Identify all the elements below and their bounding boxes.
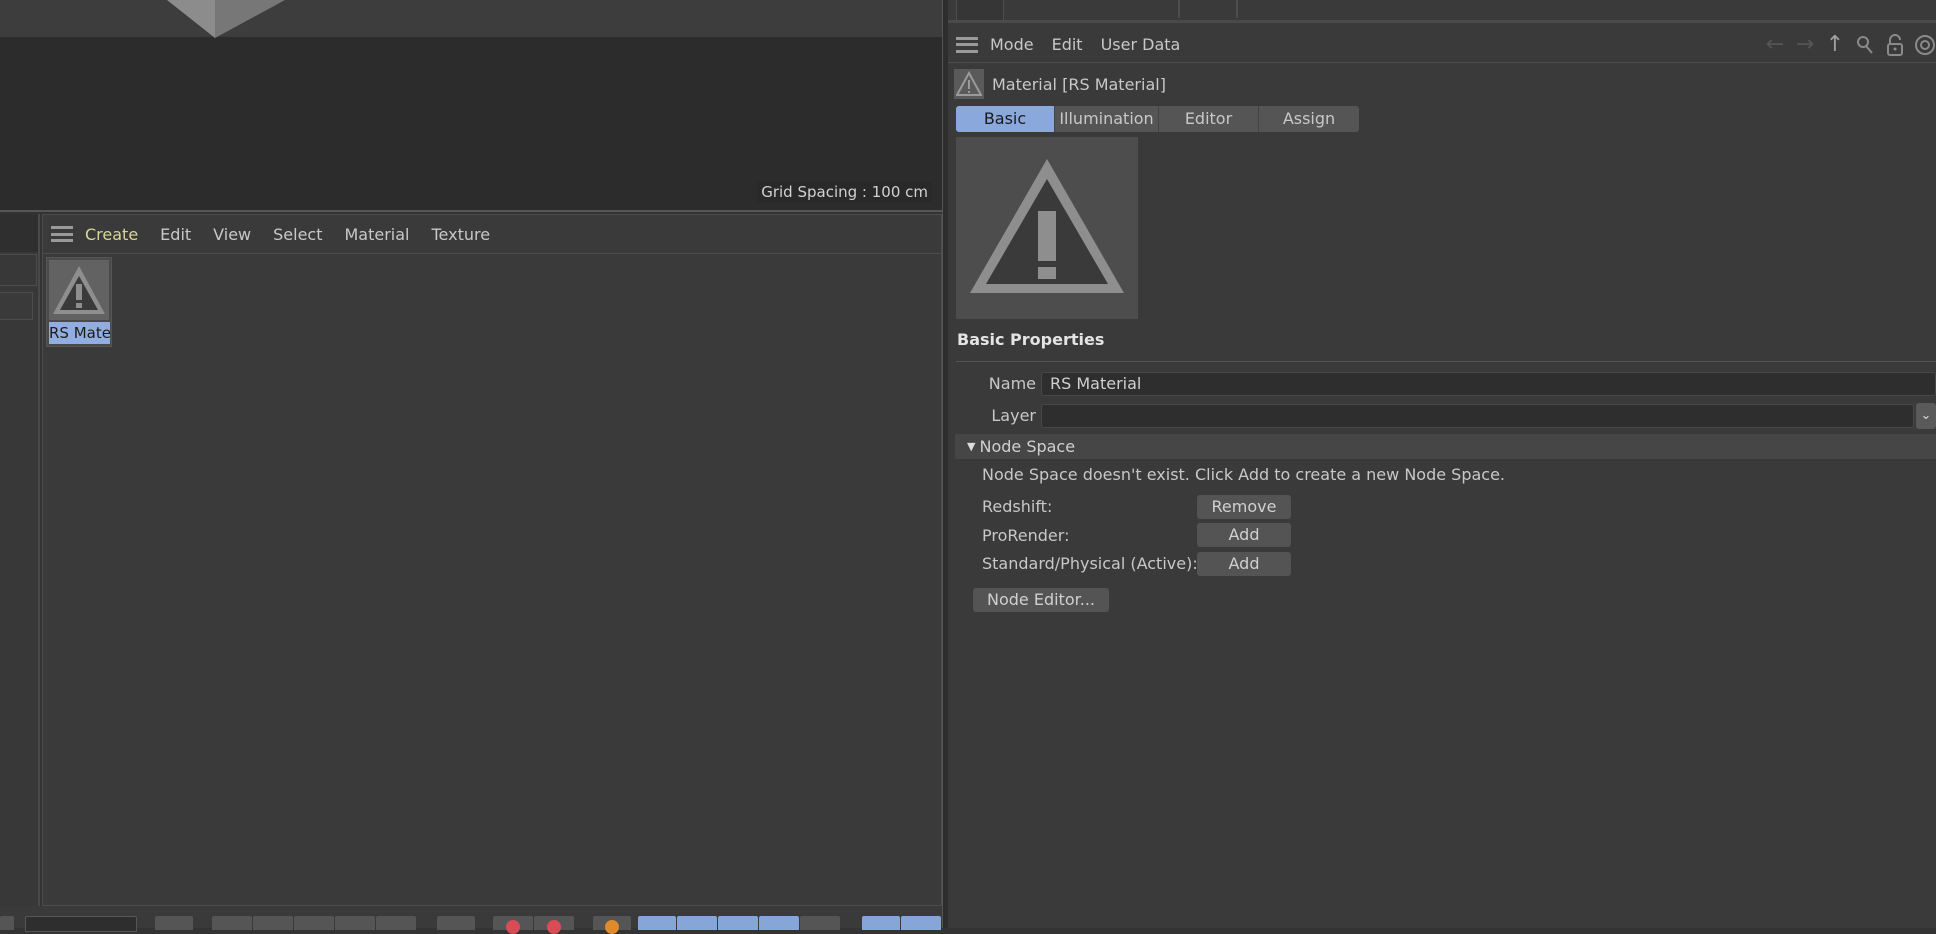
frame-field[interactable] — [25, 916, 137, 932]
cube-face-left — [167, 0, 215, 38]
material-preview — [49, 260, 109, 320]
tab-basic[interactable]: Basic — [956, 106, 1055, 132]
material-large-preview — [956, 137, 1138, 319]
hamburger-menu-icon[interactable] — [51, 226, 73, 242]
menu-edit[interactable]: Edit — [160, 225, 191, 244]
warning-icon — [970, 159, 1124, 293]
basic-properties-heading: Basic Properties — [957, 330, 1105, 349]
cube-object[interactable] — [140, 0, 300, 40]
arrow-left-icon[interactable]: ← — [1764, 33, 1786, 56]
material-name-label[interactable]: RS Mate — [49, 322, 110, 344]
layer-field[interactable] — [1041, 404, 1914, 428]
menu-material[interactable]: Material — [344, 225, 409, 244]
menu-user-data[interactable]: User Data — [1101, 35, 1181, 54]
material-menubar: Create Edit View Select Material Texture — [43, 215, 941, 254]
menu-texture[interactable]: Texture — [431, 225, 490, 244]
grid-spacing-label: Grid Spacing : 100 cm — [757, 182, 932, 202]
object-panel-header — [0, 214, 38, 252]
redshift-remove-button[interactable]: Remove — [1197, 495, 1291, 519]
search-icon[interactable] — [1854, 34, 1876, 56]
top-strip-divider — [1236, 0, 1238, 18]
name-field[interactable]: RS Material — [1041, 372, 1936, 396]
tab-assign[interactable]: Assign — [1259, 106, 1359, 132]
triangle-down-icon: ▼ — [967, 440, 976, 453]
node-space-title: Node Space — [979, 437, 1076, 456]
record-icon — [506, 920, 520, 934]
arrow-up-icon[interactable]: ↑ — [1824, 33, 1846, 56]
top-strip-divider — [1178, 0, 1180, 18]
material-manager: Create Edit View Select Material Texture… — [42, 214, 942, 906]
layer-label: Layer — [991, 406, 1036, 425]
menu-edit[interactable]: Edit — [1052, 35, 1083, 54]
tab-editor[interactable]: Editor — [1159, 106, 1259, 132]
standard-physical-add-button[interactable]: Add — [1197, 552, 1291, 576]
standard-physical-label: Standard/Physical (Active): — [982, 554, 1198, 573]
lock-icon[interactable] — [1884, 33, 1906, 56]
tab-illumination[interactable]: Illumination — [1055, 106, 1159, 132]
node-editor-button[interactable]: Node Editor... — [973, 588, 1109, 612]
prorender-label: ProRender: — [982, 526, 1070, 545]
node-space-group-header[interactable]: ▼ Node Space — [955, 434, 1936, 459]
arrow-right-icon[interactable]: → — [1794, 33, 1816, 56]
key-icon — [605, 920, 619, 934]
material-thumbnail[interactable]: RS Mate — [46, 257, 112, 347]
object-panel-row[interactable] — [0, 292, 33, 320]
material-title: Material [RS Material] — [992, 74, 1166, 94]
cube-face-right — [215, 0, 285, 38]
menu-mode[interactable]: Mode — [990, 35, 1034, 54]
viewport[interactable]: Grid Spacing : 100 cm — [0, 0, 942, 212]
menu-create[interactable]: Create — [85, 225, 138, 244]
object-panel-edge — [0, 214, 40, 906]
prorender-add-button[interactable]: Add — [1197, 523, 1291, 547]
name-label: Name — [988, 374, 1036, 393]
attribute-top-strip — [948, 0, 1936, 23]
section-divider — [956, 361, 1936, 362]
target-icon[interactable] — [1914, 34, 1936, 56]
object-panel-row[interactable] — [0, 254, 37, 286]
warning-icon — [954, 69, 984, 99]
node-space-message: Node Space doesn't exist. Click Add to c… — [982, 465, 1505, 484]
attribute-manager: Mode Edit User Data ← → ↑ Material [RS M… — [948, 0, 1936, 928]
top-strip-cell — [956, 0, 1004, 21]
navigation-icons: ← → ↑ — [1764, 27, 1936, 62]
autokey-icon — [547, 920, 561, 934]
attribute-tabs: Basic Illumination Editor Assign — [956, 106, 1359, 132]
bottom-toolbar — [0, 906, 944, 934]
attribute-menubar: Mode Edit User Data ← → ↑ — [948, 27, 1936, 63]
menu-view[interactable]: View — [213, 225, 251, 244]
menu-select[interactable]: Select — [273, 225, 322, 244]
redshift-label: Redshift: — [982, 497, 1053, 516]
chevron-down-icon[interactable]: ⌄ — [1916, 403, 1936, 429]
hamburger-menu-icon[interactable] — [956, 36, 978, 53]
warning-icon — [53, 266, 105, 314]
material-title-row: Material [RS Material] — [954, 68, 1166, 100]
